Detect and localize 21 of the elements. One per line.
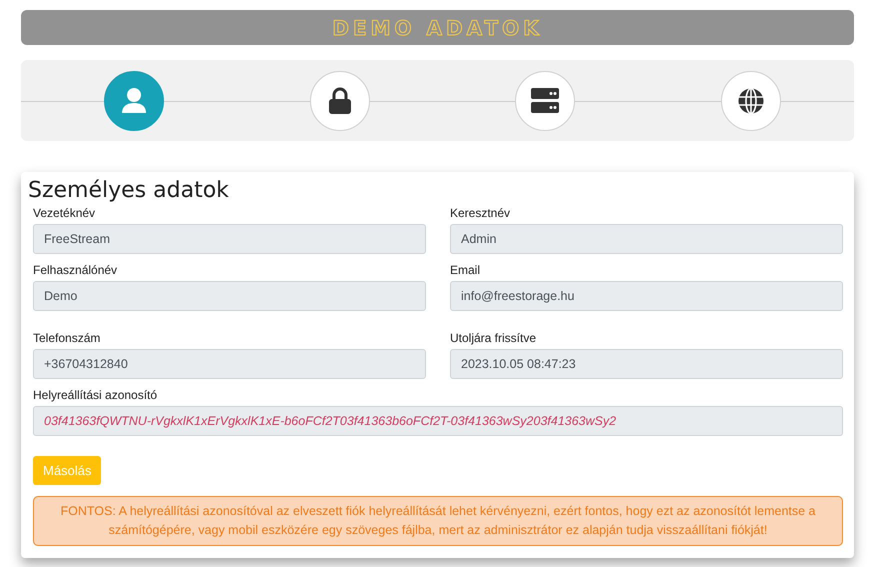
input-field[interactable]: 03f41363fQWTNU-rVgkxlK1xErVgkxlK1xE-b6oFCf2T03f41363b6oFCf2T-03f41363wSy203f41363wSy2 <box>33 406 843 436</box>
input-field[interactable]: Admin <box>450 224 843 254</box>
notice-alert: FONTOS: A helyreállítási azonosítóval az elveszett fiók helyreállítását lehet kérvényezni, ezért fontos, hogy ezt az azonosítót lementse a számítógépére, vagy mobil eszközére egy szöveges fájlba, mert az adminisztrátor ez alapján tudja visszaállítani fiókját! <box>33 496 843 546</box>
input-field[interactable]: +36704312840 <box>33 349 426 379</box>
field-label: Keresztnév <box>450 206 510 220</box>
globe-icon <box>737 86 766 114</box>
banner-title: DEMO ADATOK <box>332 16 543 40</box>
input-field[interactable]: 2023.10.05 08:47:23 <box>450 349 843 379</box>
lock-icon <box>328 86 352 114</box>
field-label: Telefonszám <box>33 331 100 345</box>
server-icon <box>531 88 560 114</box>
field-label: Vezetéknév <box>33 206 96 220</box>
field-label: Email <box>450 263 480 277</box>
field-label: Utoljára frissítve <box>450 331 536 345</box>
input-field[interactable]: info@freestorage.hu <box>450 281 843 311</box>
user-icon <box>120 86 147 114</box>
input-field[interactable]: Demo <box>33 281 426 311</box>
field-label: Helyreállítási azonosító <box>33 388 158 402</box>
field-label: Felhasználónév <box>33 263 118 277</box>
input-field[interactable]: FreeStream <box>33 224 426 254</box>
section-title: Személyes adatok <box>28 178 230 203</box>
